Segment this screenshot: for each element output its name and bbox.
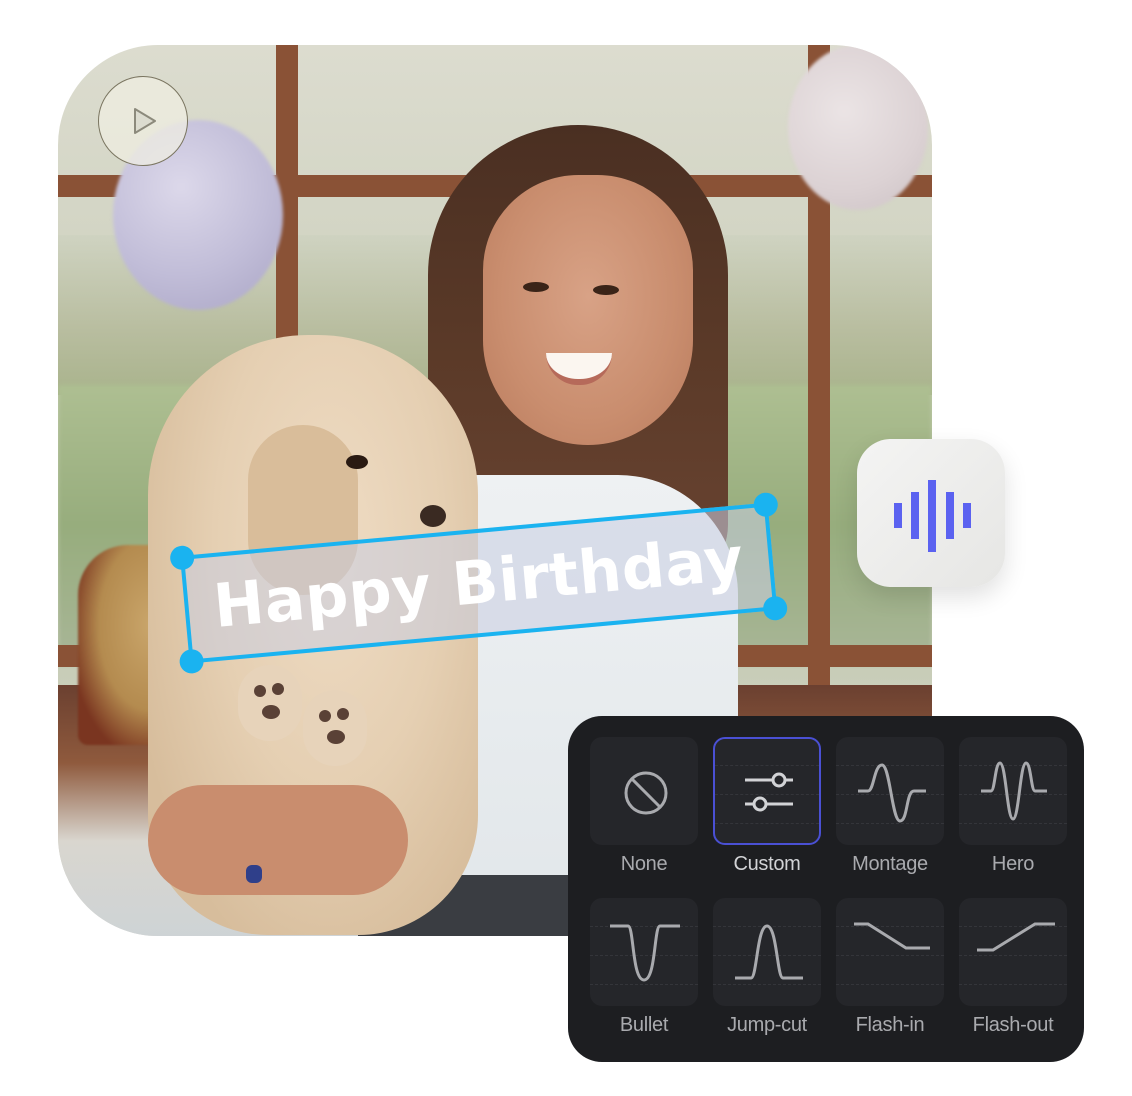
- transition-none[interactable]: None: [590, 737, 698, 876]
- person-arm: [148, 785, 408, 895]
- dog-nose: [420, 505, 446, 527]
- dog-paw: [238, 665, 302, 741]
- dog-eye: [346, 455, 368, 469]
- dog-paw: [303, 690, 367, 766]
- transition-card[interactable]: [590, 737, 698, 845]
- flash-out-curve-icon: [977, 922, 1055, 952]
- person-nail: [246, 865, 262, 883]
- transition-hero[interactable]: Hero: [959, 737, 1067, 876]
- audio-button[interactable]: [857, 439, 1005, 587]
- transition-card[interactable]: [836, 737, 944, 845]
- transition-label: Custom: [733, 853, 801, 875]
- transition-label: Flash-in: [855, 1014, 925, 1036]
- transition-label: Bullet: [619, 1014, 669, 1036]
- transitions-panel: None Custom Montage Hero Bullet Jump-cut…: [568, 716, 1084, 1062]
- transition-label: Hero: [991, 853, 1035, 875]
- transition-card[interactable]: [590, 898, 698, 1006]
- transition-flash-in[interactable]: Flash-in: [836, 898, 944, 1037]
- transition-jump-cut[interactable]: Jump-cut: [713, 898, 821, 1037]
- sliders-icon: [745, 772, 793, 812]
- transition-card[interactable]: [713, 898, 821, 1006]
- none-icon: [624, 771, 668, 815]
- transition-card[interactable]: [959, 898, 1067, 1006]
- flash-in-curve-icon: [854, 922, 930, 950]
- jump-cut-curve-icon: [735, 924, 803, 980]
- montage-curve-icon: [858, 763, 926, 823]
- play-icon: [134, 108, 156, 134]
- transition-card[interactable]: [713, 737, 821, 845]
- balloon: [788, 45, 928, 210]
- transition-flash-out[interactable]: Flash-out: [959, 898, 1067, 1037]
- play-button[interactable]: [98, 76, 188, 166]
- transition-label: Jump-cut: [727, 1014, 807, 1036]
- person-eye: [523, 282, 549, 292]
- audio-waveform-icon: [894, 480, 971, 552]
- transition-montage[interactable]: Montage: [836, 737, 944, 876]
- transition-card[interactable]: [959, 737, 1067, 845]
- person-eye: [593, 285, 619, 295]
- person-face: [483, 175, 693, 445]
- transition-custom[interactable]: Custom: [713, 737, 821, 876]
- bullet-curve-icon: [610, 924, 680, 982]
- transition-bullet[interactable]: Bullet: [590, 898, 698, 1037]
- transition-label: Flash-out: [972, 1014, 1054, 1036]
- transition-label: Montage: [852, 853, 928, 875]
- transition-label: None: [620, 853, 668, 875]
- hero-curve-icon: [981, 761, 1047, 821]
- transition-card[interactable]: [836, 898, 944, 1006]
